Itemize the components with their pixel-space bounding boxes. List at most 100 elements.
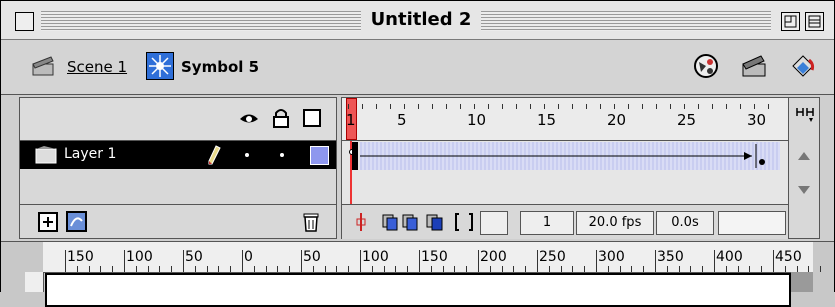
scroll-up-arrow-icon[interactable]: [797, 150, 811, 162]
frame-tick: [446, 104, 447, 109]
frame-tick: [558, 104, 559, 109]
ruler-minor-tick: [348, 266, 350, 272]
frame-tick: [712, 104, 713, 109]
frame-tick: [698, 104, 699, 109]
center-frame-icon[interactable]: [352, 211, 370, 233]
frame-tick: [376, 104, 377, 109]
ruler-minor-tick: [336, 266, 338, 272]
frame-tick: [488, 104, 489, 109]
layer-color-swatch[interactable]: [310, 146, 329, 165]
lock-icon[interactable]: [272, 107, 290, 129]
ruler-minor-tick: [784, 266, 786, 272]
tween-span[interactable]: [360, 142, 780, 170]
frame-number: 1: [346, 111, 356, 129]
trash-icon[interactable]: [302, 211, 320, 233]
frame-tick: [768, 104, 769, 109]
ruler-number: 300: [598, 249, 625, 265]
ruler-number: 250: [539, 249, 566, 265]
edit-multiple-frames-icon[interactable]: [454, 212, 474, 232]
horizontal-scrollbar[interactable]: [718, 211, 786, 235]
ruler-minor-tick: [466, 266, 468, 272]
ruler-minor-tick: [725, 266, 727, 272]
ruler-minor-tick: [289, 266, 291, 272]
onion-skin-icon[interactable]: [382, 212, 422, 232]
layers-panel: Layer 1: [19, 97, 337, 239]
ruler-number: 150: [421, 249, 448, 265]
ruler-minor-tick: [572, 266, 574, 272]
paint-bucket-icon[interactable]: [787, 52, 817, 80]
frame-number: 30: [747, 111, 767, 129]
ruler-minor-tick: [820, 266, 822, 272]
ruler-minor-tick: [607, 266, 609, 272]
movie-window: Untitled 2 Scene 1 Symbol 5 Layer 1 1 5 …: [0, 0, 835, 307]
frame-tick: [530, 104, 531, 109]
edit-scene-icon[interactable]: [739, 52, 769, 80]
add-layer-icon[interactable]: [38, 212, 58, 232]
frame-tick: [586, 104, 587, 109]
scene-icon: [31, 55, 55, 77]
visible-dot[interactable]: [245, 153, 249, 157]
frame-rate-field[interactable]: 20.0 fps: [576, 211, 654, 235]
ruler-minor-tick: [737, 266, 739, 272]
frame-tick: [670, 104, 671, 109]
ruler-minor-tick: [560, 266, 562, 272]
ruler-minor-tick: [690, 266, 692, 272]
edit-symbols-icon[interactable]: [691, 52, 721, 80]
ruler-number: 200: [480, 249, 507, 265]
keyframe-bar: [352, 142, 358, 170]
layer-row[interactable]: Layer 1: [20, 141, 336, 169]
frame-tick: [544, 104, 545, 109]
ruler-minor-tick: [88, 266, 90, 272]
title-bar[interactable]: Untitled 2: [1, 1, 834, 40]
ruler-minor-tick: [702, 266, 704, 272]
frame-view-options-icon[interactable]: [793, 104, 815, 126]
stage-canvas[interactable]: [45, 273, 791, 307]
zoom-box[interactable]: [781, 12, 800, 31]
collapse-box[interactable]: [805, 12, 824, 31]
timeline-vertical-scrollbar[interactable]: [788, 97, 820, 239]
scroll-down-arrow-icon[interactable]: [797, 184, 811, 196]
close-box[interactable]: [15, 12, 34, 31]
title-stripes-right: [481, 11, 771, 31]
frame-ruler[interactable]: 1 5 10 15 20 25 30: [342, 98, 788, 141]
ruler-minor-tick: [548, 266, 550, 272]
frame-tick: [390, 104, 391, 109]
ruler-minor-tick: [277, 266, 279, 272]
ruler-number: 0: [244, 249, 253, 265]
ruler-minor-tick: [761, 266, 763, 272]
frame-tick: [684, 104, 685, 109]
layer-name[interactable]: Layer 1: [64, 146, 116, 162]
elapsed-time-field: 0.0s: [656, 211, 714, 235]
eye-icon[interactable]: [238, 108, 260, 128]
ruler-major-tick: [714, 250, 715, 272]
onion-skin-outlines-icon[interactable]: [426, 212, 446, 232]
pencil-icon: [206, 144, 222, 166]
frame-tick: [642, 104, 643, 109]
modify-onion-markers-button[interactable]: [480, 211, 508, 235]
ruler-minor-tick: [395, 266, 397, 272]
ruler-minor-tick: [194, 266, 196, 272]
ruler-minor-tick: [442, 266, 444, 272]
ruler-major-tick: [596, 250, 597, 272]
frame-tick: [656, 104, 657, 109]
add-guide-layer-icon[interactable]: [66, 211, 88, 233]
frame-number: 20: [607, 111, 627, 129]
ruler-major-tick: [773, 250, 774, 272]
scene-bar: Scene 1 Symbol 5: [1, 40, 834, 95]
scene-link[interactable]: Scene 1: [67, 58, 127, 76]
layers-header: [20, 98, 336, 141]
ruler-minor-tick: [218, 266, 220, 272]
symbol-icon: [146, 52, 174, 80]
lock-dot[interactable]: [280, 153, 284, 157]
frame-tick: [614, 104, 615, 109]
ruler-number: 450: [775, 249, 802, 265]
stage-scrollbar[interactable]: [791, 272, 813, 292]
frame-number: 5: [397, 111, 407, 129]
frames-footer: 1 20.0 fps 0.0s: [342, 204, 788, 239]
outline-icon[interactable]: [302, 108, 322, 128]
ruler-major-tick: [124, 250, 125, 272]
frame-number: 10: [467, 111, 487, 129]
ruler-minor-tick: [76, 266, 78, 272]
ruler-major-tick: [419, 250, 420, 272]
ruler-number: 50: [185, 249, 203, 265]
